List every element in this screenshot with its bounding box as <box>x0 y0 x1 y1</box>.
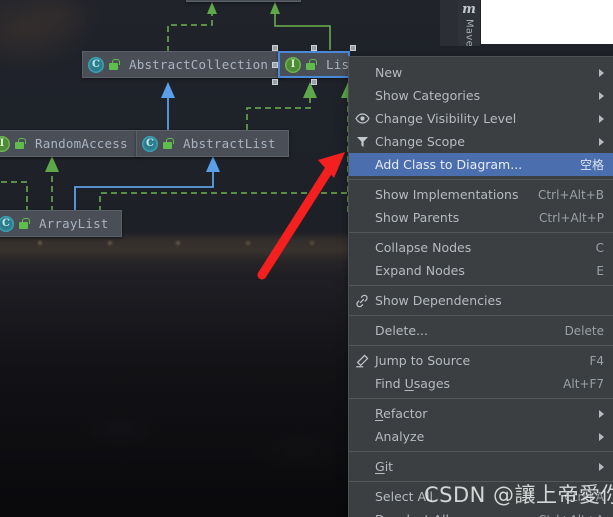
submenu-arrow-icon <box>599 114 604 123</box>
pencil-icon <box>349 354 375 368</box>
interface-badge-icon: I <box>0 135 10 152</box>
diagram-node-abstract-list[interactable]: C AbstractList <box>136 130 289 157</box>
menu-separator <box>349 398 613 399</box>
menu-item-label: Analyze <box>375 429 425 444</box>
public-visibility-icon <box>19 218 30 229</box>
menu-item-label: Add Class to Diagram... <box>375 157 523 172</box>
menu-separator <box>349 315 613 316</box>
menu-item-deselect-all[interactable]: Deselect All Ctrl+Alt+A <box>349 508 613 517</box>
menu-separator <box>349 179 613 180</box>
ide-editor-edge <box>440 0 458 46</box>
menu-item-label: Git <box>375 459 394 474</box>
menu-separator <box>349 451 613 452</box>
menu-item-find-usages[interactable]: Find Usages Alt+F7 <box>349 372 613 395</box>
funnel-icon <box>349 136 375 148</box>
menu-item-shortcut: C <box>595 240 604 255</box>
menu-item-shortcut: Ctrl+Alt+A <box>538 513 604 517</box>
selection-handle-tr[interactable] <box>350 45 356 51</box>
submenu-arrow-icon <box>599 91 604 100</box>
interface-badge-icon: I <box>285 56 301 73</box>
menu-item-show-categories[interactable]: Show Categories <box>349 84 613 107</box>
menu-item-label: Collapse Nodes <box>375 240 472 255</box>
menu-item-show-dependencies[interactable]: Show Dependencies <box>349 289 613 312</box>
public-visibility-icon <box>109 59 120 70</box>
eye-icon <box>349 113 375 124</box>
class-badge-icon: C <box>88 56 104 73</box>
public-visibility-icon <box>163 138 174 149</box>
node-label: RandomAccess <box>35 136 128 151</box>
menu-item-label: Expand Nodes <box>375 263 465 278</box>
menu-separator <box>349 345 613 346</box>
menu-item-delete[interactable]: Delete... Delete <box>349 319 613 342</box>
menu-item-analyze[interactable]: Analyze <box>349 425 613 448</box>
menu-item-shortcut: Ctrl+Alt+P <box>539 210 604 225</box>
submenu-arrow-icon <box>599 432 604 441</box>
maven-tool-window-tab[interactable]: m Maven <box>458 0 481 46</box>
menu-item-label: Change Visibility Level <box>375 111 517 126</box>
selection-handle-tl[interactable] <box>272 45 278 51</box>
menu-item-label: Deselect All <box>375 512 524 517</box>
submenu-arrow-icon <box>599 68 604 77</box>
menu-item-refactor[interactable]: Refactor <box>349 402 613 425</box>
selection-handle-bl[interactable] <box>272 79 278 85</box>
screenshot-root: C AbstractCollection I List I RandomAcce… <box>0 0 613 517</box>
menu-item-change-scope[interactable]: Change Scope <box>349 130 613 153</box>
menu-item-label: Refactor <box>375 406 428 421</box>
menu-separator <box>349 232 613 233</box>
node-label: AbstractList <box>183 136 276 151</box>
menu-item-label: Show Parents <box>375 210 460 225</box>
node-label: ArrayList <box>39 216 109 231</box>
menu-item-shortcut: Ctrl+A <box>564 489 604 504</box>
submenu-arrow-icon <box>599 409 604 418</box>
selection-handle-ml[interactable] <box>272 62 278 68</box>
class-badge-icon: C <box>142 135 158 152</box>
menu-item-shortcut: E <box>596 263 604 278</box>
menu-separator <box>349 481 613 482</box>
menu-item-shortcut: Ctrl+Alt+B <box>538 187 604 202</box>
submenu-arrow-icon <box>599 462 604 471</box>
menu-item-change-visibility-level[interactable]: Change Visibility Level <box>349 107 613 130</box>
menu-item-expand-nodes[interactable]: Expand Nodes E <box>349 259 613 282</box>
menu-item-shortcut: Delete <box>564 323 604 338</box>
menu-item-label: Delete... <box>375 323 428 338</box>
menu-item-label: Show Categories <box>375 88 481 103</box>
maven-m-icon: m <box>462 2 476 17</box>
menu-item-shortcut: F4 <box>589 353 604 368</box>
diagram-node-partial-top[interactable] <box>186 0 301 2</box>
menu-item-git[interactable]: Git <box>349 455 613 478</box>
menu-item-label: Find Usages <box>375 376 451 391</box>
diagram-node-list[interactable]: I List <box>278 51 357 78</box>
class-badge-icon: C <box>0 215 14 232</box>
diagram-node-array-list[interactable]: C ArrayList <box>0 210 122 237</box>
selection-handle-tc[interactable] <box>311 45 317 51</box>
public-visibility-icon <box>306 59 317 70</box>
menu-separator <box>349 285 613 286</box>
menu-item-shortcut: Alt+F7 <box>563 376 604 391</box>
menu-item-collapse-nodes[interactable]: Collapse Nodes C <box>349 236 613 259</box>
menu-item-show-parents[interactable]: Show Parents Ctrl+Alt+P <box>349 206 613 229</box>
menu-item-shortcut: 空格 <box>579 158 604 172</box>
submenu-arrow-icon <box>599 137 604 146</box>
diagram-node-random-access[interactable]: I RandomAccess <box>0 130 141 157</box>
menu-item-label: Show Implementations <box>375 187 519 202</box>
maven-tab-label: Maven <box>463 19 475 46</box>
menu-item-new[interactable]: New <box>349 61 613 84</box>
public-visibility-icon <box>15 138 26 149</box>
menu-item-select-all[interactable]: Select All Ctrl+A <box>349 485 613 508</box>
menu-item-label: Change Scope <box>375 134 465 149</box>
menu-item-label: Jump to Source <box>375 353 471 368</box>
menu-item-add-class-to-diagram[interactable]: Add Class to Diagram... 空格 <box>349 153 613 176</box>
menu-item-show-implementations[interactable]: Show Implementations Ctrl+Alt+B <box>349 183 613 206</box>
selection-handle-bc[interactable] <box>311 79 317 85</box>
menu-item-label: Select All <box>375 489 434 504</box>
link-icon <box>349 294 375 308</box>
node-label: AbstractCollection <box>129 57 269 72</box>
diagram-node-abstract-collection[interactable]: C AbstractCollection <box>82 51 282 78</box>
white-background-panel <box>481 0 613 44</box>
menu-item-jump-to-source[interactable]: Jump to Source F4 <box>349 349 613 372</box>
menu-item-label: Show Dependencies <box>375 293 502 308</box>
menu-item-label: New <box>375 65 403 80</box>
diagram-context-menu[interactable]: New Show Categories Change Visibility Le… <box>348 56 613 517</box>
